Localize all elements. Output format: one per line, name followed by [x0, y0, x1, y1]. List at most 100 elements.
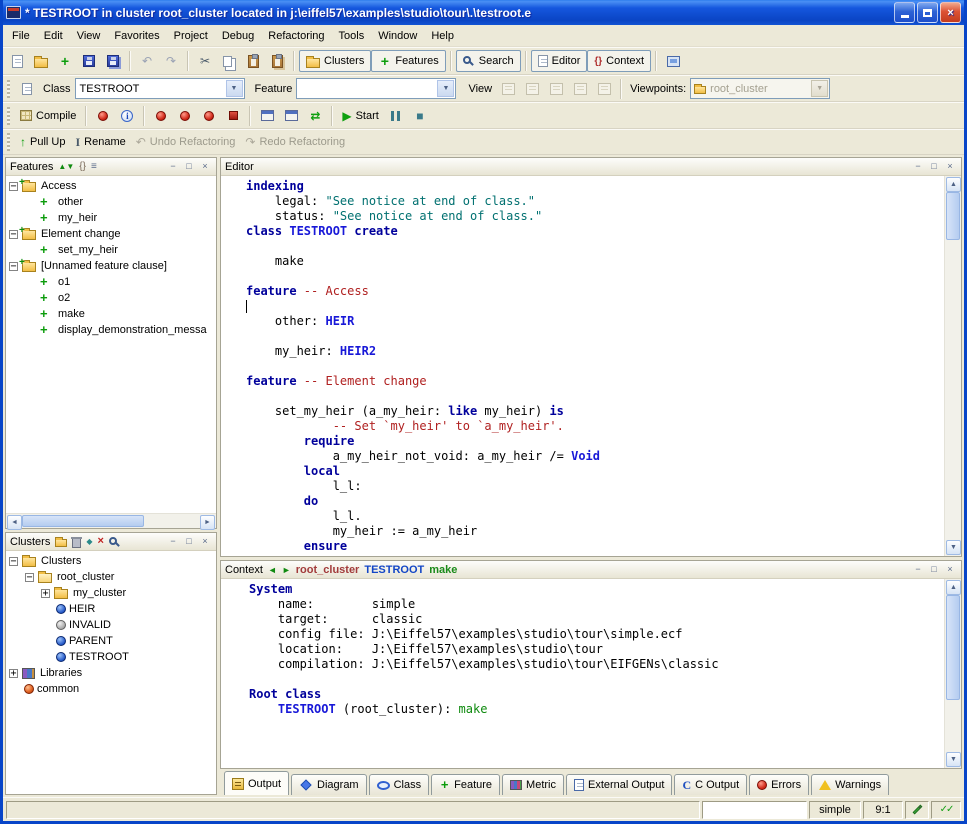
features-clauses-icon[interactable]: {}: [79, 162, 86, 172]
tree-item-make[interactable]: make: [6, 306, 216, 322]
redo-button[interactable]: ↷: [159, 49, 183, 73]
tree-item-clusters[interactable]: −Clusters: [6, 553, 216, 569]
collapse-icon[interactable]: −: [9, 230, 18, 239]
feature-dropdown-icon[interactable]: ▼: [437, 80, 454, 97]
clusters-toggle-button[interactable]: Clusters: [299, 50, 371, 72]
editor-minimize-button[interactable]: −: [911, 160, 925, 173]
tab-feature[interactable]: Feature: [431, 774, 500, 795]
minimize-button[interactable]: [894, 2, 915, 23]
features-minimize-button[interactable]: −: [166, 160, 180, 173]
menu-project[interactable]: Project: [167, 27, 215, 45]
menu-refactoring[interactable]: Refactoring: [261, 27, 331, 45]
collapse-icon[interactable]: −: [9, 262, 18, 271]
tab-class[interactable]: Class: [369, 774, 430, 795]
start-button[interactable]: ▶Start: [337, 104, 383, 128]
rename-button[interactable]: IRename: [70, 130, 130, 154]
menu-edit[interactable]: Edit: [37, 27, 70, 45]
editor-vertical-scrollbar[interactable]: ▲ ▼: [944, 176, 961, 556]
tree-item-testroot[interactable]: TESTROOT: [6, 649, 216, 665]
toolbar-grip[interactable]: [7, 133, 10, 151]
stop-button[interactable]: ■: [408, 104, 432, 128]
features-list-icon[interactable]: ≡: [91, 162, 97, 172]
tree-item-root-cluster[interactable]: −root_cluster: [6, 569, 216, 585]
editor-button[interactable]: Editor: [531, 50, 588, 72]
clusters-minimize-button[interactable]: −: [166, 535, 180, 548]
maximize-button[interactable]: [917, 2, 938, 23]
editor-maximize-button[interactable]: □: [927, 160, 941, 173]
menu-help[interactable]: Help: [424, 27, 461, 45]
menu-view[interactable]: View: [70, 27, 108, 45]
clusters-search-icon[interactable]: [109, 537, 117, 545]
breadcrumb-feature[interactable]: make: [429, 564, 457, 576]
diamond-icon[interactable]: ◆: [86, 538, 92, 546]
pull-up-button[interactable]: ↑Pull Up: [15, 130, 70, 154]
close-button[interactable]: ×: [940, 2, 961, 23]
context-button[interactable]: {}Context: [587, 50, 651, 72]
save-button[interactable]: [77, 49, 101, 73]
class-dropdown-icon[interactable]: ▼: [226, 80, 243, 97]
menu-window[interactable]: Window: [371, 27, 424, 45]
clusters-maximize-button[interactable]: □: [182, 535, 196, 548]
scroll-track[interactable]: [946, 595, 960, 752]
tree-item-o2[interactable]: o2: [6, 290, 216, 306]
copy-button[interactable]: [217, 49, 241, 73]
viewpoints-combobox[interactable]: root_cluster ▼: [690, 78, 830, 99]
compilation-info-button[interactable]: i: [115, 104, 139, 128]
toolbar-grip[interactable]: [7, 80, 10, 98]
history-back-icon[interactable]: ◄: [268, 565, 277, 575]
features-close-button[interactable]: ×: [198, 160, 212, 173]
tab-errors[interactable]: Errors: [749, 774, 809, 795]
features-sort-icon[interactable]: ▲▼: [58, 163, 74, 171]
viewpoints-dropdown-icon[interactable]: ▼: [811, 80, 828, 97]
synchronize-context-button[interactable]: ⇄: [303, 104, 327, 128]
tree-item-o1[interactable]: o1: [6, 274, 216, 290]
collapse-icon[interactable]: −: [9, 557, 18, 566]
scroll-track[interactable]: [22, 515, 200, 527]
clickable-view-button[interactable]: [520, 77, 544, 101]
tab-warnings[interactable]: Warnings: [811, 774, 889, 795]
undo-button[interactable]: ↶: [135, 49, 159, 73]
clusters-close-button[interactable]: ×: [198, 535, 212, 548]
new-cluster-icon[interactable]: [55, 539, 67, 547]
undo-refactoring-button[interactable]: ↶Undo Refactoring: [131, 130, 241, 154]
tree-item-access[interactable]: −Access: [6, 178, 216, 194]
save-all-button[interactable]: [101, 49, 125, 73]
feature-combobox[interactable]: ▼: [296, 78, 456, 99]
menu-debug[interactable]: Debug: [215, 27, 261, 45]
editor-close-button[interactable]: ×: [943, 160, 957, 173]
features-horizontal-scrollbar[interactable]: ◄ ►: [6, 513, 216, 528]
tree-item-heir[interactable]: HEIR: [6, 601, 216, 617]
features-maximize-button[interactable]: □: [182, 160, 196, 173]
expand-icon[interactable]: +: [41, 589, 50, 598]
scroll-up-icon[interactable]: ▲: [946, 580, 961, 595]
quick-melt-button[interactable]: [173, 104, 197, 128]
tree-item-unnamed-feature-clause[interactable]: −[Unnamed feature clause]: [6, 258, 216, 274]
toolbar-grip[interactable]: [7, 107, 10, 125]
scroll-up-icon[interactable]: ▲: [946, 177, 961, 192]
finalize-button[interactable]: [197, 104, 221, 128]
menu-tools[interactable]: Tools: [332, 27, 372, 45]
scroll-thumb[interactable]: [946, 595, 960, 700]
paste-button[interactable]: [241, 49, 265, 73]
scroll-thumb[interactable]: [946, 192, 960, 240]
features-tree[interactable]: −Accessothermy_heir−Element changeset_my…: [6, 176, 216, 513]
flat-view-button[interactable]: [544, 77, 568, 101]
cut-button[interactable]: ✂: [193, 49, 217, 73]
freeze-button[interactable]: [91, 104, 115, 128]
tree-item-display-demonstration-messa[interactable]: display_demonstration_messa: [6, 322, 216, 338]
scroll-down-icon[interactable]: ▼: [946, 752, 961, 767]
expand-icon[interactable]: +: [9, 669, 18, 678]
context-output[interactable]: System name: simple target: classic conf…: [221, 579, 944, 768]
paste-special-button[interactable]: [265, 49, 289, 73]
features-toggle-button[interactable]: Features: [371, 50, 445, 72]
interface-view-button[interactable]: [592, 77, 616, 101]
tree-item-my-heir[interactable]: my_heir: [6, 210, 216, 226]
scroll-track[interactable]: [946, 192, 960, 540]
context-close-button[interactable]: ×: [943, 563, 957, 576]
remove-cluster-icon[interactable]: [72, 538, 81, 548]
context-maximize-button[interactable]: □: [927, 563, 941, 576]
tab-diagram[interactable]: Diagram: [291, 774, 367, 795]
delete-icon[interactable]: ×: [98, 536, 104, 547]
search-button[interactable]: Search: [456, 50, 521, 72]
class-combobox[interactable]: TESTROOT ▼: [75, 78, 245, 99]
